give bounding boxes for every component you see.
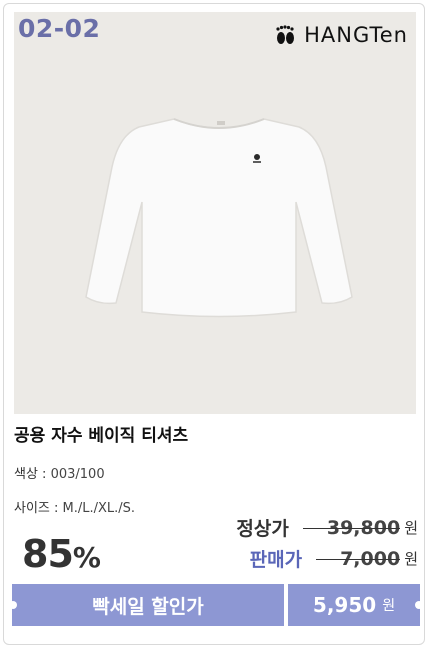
brand-name: HANGTen [304,23,408,47]
color-label: 색상 : [14,467,51,482]
tshirt-illustration [85,118,353,318]
size-value: M./L./XL./S. [62,501,136,516]
ticket-notch [9,601,17,609]
regular-price-line: 정상가 39,800 원 [236,514,418,541]
sale-banner-button[interactable]: 빡세일 할인가 [9,584,284,626]
sale-price: 7,000 [316,548,401,570]
product-code: 02-02 [18,14,101,43]
strikethrough [302,527,401,530]
ticket-notch [415,601,423,609]
discount-unit: % [72,541,101,574]
product-image[interactable]: 02-02 HANGTen [14,12,416,414]
size-info: 사이즈 : M./L./XL./S. [14,497,135,516]
sale-price-currency: 원 [404,550,418,568]
brand-logo: HANGTen [272,22,408,48]
final-price-value: 5,950 [312,593,377,617]
sale-banner-text: 빡세일 할인가 [92,595,204,618]
sale-price-line: 판매가 7,000 원 [250,545,418,572]
color-info: 색상 : 003/100 [14,463,105,482]
size-label: 사이즈 : [14,501,63,516]
final-price-currency: 원 [382,598,396,614]
regular-price: 39,800 [302,517,401,539]
product-title[interactable]: 공용 자수 베이직 티셔츠 [14,421,188,446]
color-value: 003/100 [50,467,105,482]
discount-number: 85 [22,532,74,576]
sale-price-label: 판매가 [249,549,303,571]
footprint-icon [276,25,295,44]
strikethrough [316,558,401,561]
discount-rate: 85% [22,532,101,576]
regular-price-label: 정상가 [236,518,289,540]
regular-price-currency: 원 [404,519,418,537]
final-price-button[interactable]: 5,950 원 [288,584,423,626]
